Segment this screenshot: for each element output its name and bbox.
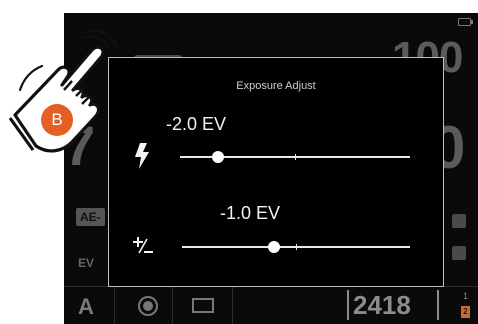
bottom-divider	[172, 286, 173, 324]
ae-lock-tag: AE-	[76, 208, 105, 226]
card-slot-badge: 2	[461, 306, 470, 318]
shots-remaining: 2418	[353, 290, 411, 320]
tap-hand-icon	[8, 30, 118, 153]
bottom-divider	[232, 286, 233, 324]
exposure-compensation-value: -1.0 EV	[220, 203, 281, 223]
frame-icon[interactable]	[192, 298, 214, 313]
exposure-compensation-thumb[interactable]	[268, 241, 280, 253]
dialog-title: Exposure Adjust	[236, 80, 316, 92]
compensation-badge-icon	[452, 246, 466, 260]
card-slot-number: 1	[463, 291, 469, 301]
flash-badge-icon	[452, 214, 466, 228]
flash-compensation-value: -2.0 EV	[166, 114, 227, 134]
battery-icon	[458, 18, 473, 26]
record-icon[interactable]	[138, 296, 158, 316]
shooting-mode[interactable]: A	[78, 294, 94, 320]
slider-zero-tick	[296, 244, 297, 250]
bottom-divider	[114, 286, 115, 324]
ev-tag: EV	[78, 256, 95, 270]
slider-zero-tick	[295, 154, 296, 160]
b-button-badge[interactable]: B	[41, 104, 73, 136]
flash-compensation-thumb[interactable]	[212, 151, 224, 163]
plus-minus-icon	[133, 237, 153, 254]
flash-icon	[135, 143, 149, 169]
